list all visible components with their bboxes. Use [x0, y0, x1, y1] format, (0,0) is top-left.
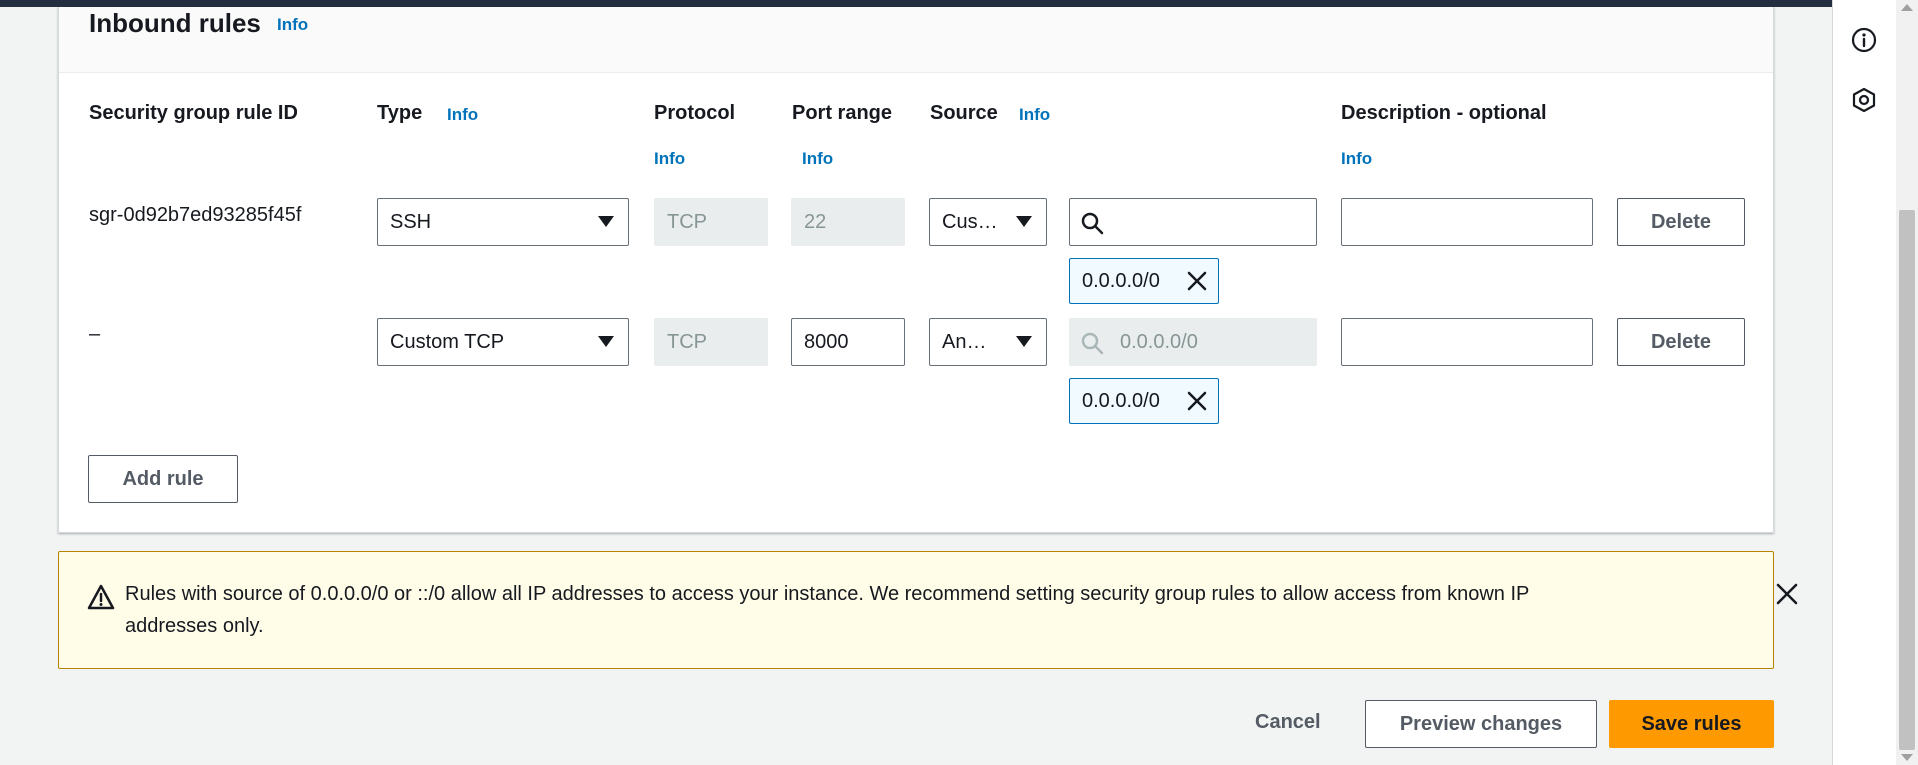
alert-message: Rules with source of 0.0.0.0/0 or ::/0 a…	[125, 583, 1529, 637]
add-rule-button[interactable]: Add rule	[88, 455, 238, 503]
protocol-field: TCP	[654, 318, 768, 366]
col-header-source: Source	[930, 102, 998, 124]
port-range-value: 22	[804, 210, 827, 233]
type-select-value: SSH	[390, 210, 432, 233]
top-nav-bar	[0, 0, 1918, 7]
save-rules-button[interactable]: Save rules	[1609, 700, 1774, 748]
caret-down-icon	[1016, 216, 1032, 227]
port-range-value: 8000	[804, 330, 849, 353]
col-header-description: Description - optional	[1341, 102, 1547, 124]
description-input[interactable]	[1341, 318, 1593, 366]
cidr-token-label: 0.0.0.0/0	[1082, 269, 1160, 292]
scrollbar-thumb[interactable]	[1899, 210, 1915, 750]
settings-icon[interactable]	[1851, 87, 1877, 113]
source-select-value: An…	[942, 330, 987, 353]
cidr-token-label: 0.0.0.0/0	[1082, 389, 1160, 412]
cidr-token: 0.0.0.0/0	[1069, 258, 1219, 304]
close-icon[interactable]	[1186, 270, 1208, 292]
right-utility-rail	[1832, 0, 1896, 765]
rule-id: sgr-0d92b7ed93285f45f	[89, 204, 302, 226]
inbound-rules-panel: Inbound rules Info Security group rule I…	[58, 7, 1774, 533]
warning-alert: Rules with source of 0.0.0.0/0 or ::/0 a…	[58, 551, 1798, 669]
source-info-link[interactable]: Info	[1019, 105, 1050, 125]
protocol-field: TCP	[654, 198, 768, 246]
scroll-up-arrow-icon[interactable]	[1901, 4, 1913, 11]
port-range-info-link[interactable]: Info	[802, 149, 833, 169]
port-range-field: 22	[791, 198, 905, 246]
type-select-value: Custom TCP	[390, 330, 505, 353]
port-range-input[interactable]: 8000	[791, 318, 905, 366]
protocol-value: TCP	[667, 210, 707, 233]
protocol-value: TCP	[667, 330, 707, 353]
caret-down-icon	[598, 216, 614, 227]
panel-header: Inbound rules Info	[59, 7, 1773, 73]
source-select-value: Cus…	[942, 210, 998, 233]
description-input[interactable]	[1341, 198, 1593, 246]
type-select[interactable]: SSH	[377, 198, 629, 246]
delete-rule-button[interactable]: Delete	[1617, 318, 1745, 366]
type-select[interactable]: Custom TCP	[377, 318, 629, 366]
source-select[interactable]: Cus…	[929, 198, 1047, 246]
col-header-port-range: Port range	[792, 102, 893, 124]
close-icon[interactable]	[1186, 390, 1208, 412]
col-header-rule-id: Security group rule ID	[89, 102, 298, 124]
col-header-type: Type	[377, 102, 423, 124]
delete-rule-button[interactable]: Delete	[1617, 198, 1745, 246]
protocol-info-link[interactable]: Info	[654, 149, 685, 169]
warning-icon	[87, 584, 115, 610]
info-icon[interactable]	[1851, 27, 1877, 53]
panel-title: Inbound rules	[89, 8, 261, 38]
search-icon	[1081, 212, 1104, 235]
type-info-link[interactable]: Info	[447, 105, 478, 125]
close-icon[interactable]	[1775, 582, 1799, 606]
cidr-search-input: 0.0.0.0/0	[1069, 318, 1317, 366]
caret-down-icon	[1016, 336, 1032, 347]
description-info-link[interactable]: Info	[1341, 149, 1372, 169]
preview-changes-button[interactable]: Preview changes	[1365, 700, 1597, 748]
cidr-search-value: 0.0.0.0/0	[1120, 330, 1198, 353]
cidr-token: 0.0.0.0/0	[1069, 378, 1219, 424]
cancel-button[interactable]: Cancel	[1255, 711, 1321, 734]
search-icon	[1081, 332, 1104, 355]
caret-down-icon	[598, 336, 614, 347]
col-header-protocol: Protocol	[654, 102, 736, 124]
cidr-search-input[interactable]	[1069, 198, 1317, 246]
rule-id: –	[89, 323, 101, 345]
source-select[interactable]: An…	[929, 318, 1047, 366]
scroll-down-arrow-icon[interactable]	[1901, 754, 1913, 761]
panel-title-info-link[interactable]: Info	[277, 15, 308, 35]
